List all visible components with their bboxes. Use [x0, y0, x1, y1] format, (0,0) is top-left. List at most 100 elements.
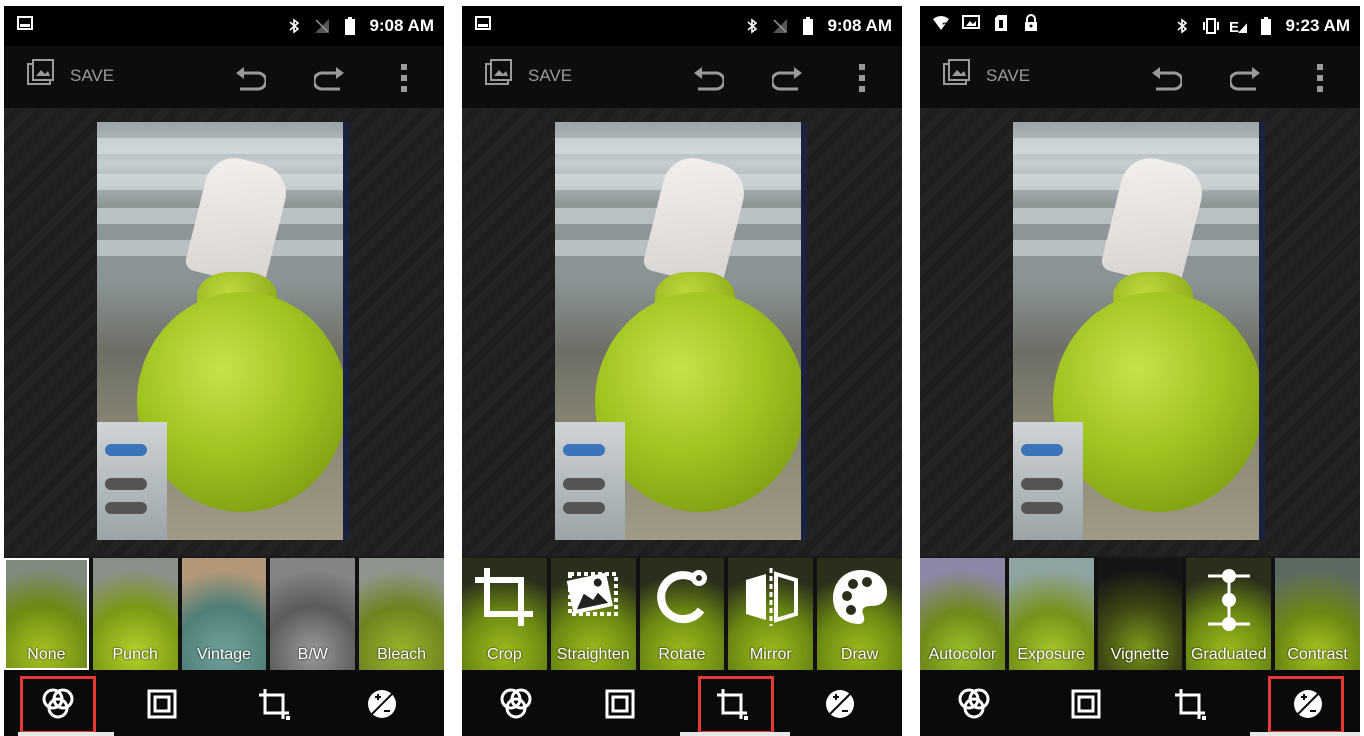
status-time: 9:23 AM [1285, 16, 1350, 35]
screen-2: 9:08 AM SAVE Crop Straighten Rotate Mirr… [462, 6, 902, 736]
undo-icon[interactable] [1148, 62, 1184, 94]
save-image-icon [26, 58, 56, 93]
editor-toolbar: SAVE [4, 46, 444, 108]
bluetooth-icon [285, 17, 303, 35]
mirror-option[interactable]: Mirror [728, 558, 814, 670]
overflow-menu-icon[interactable] [386, 62, 422, 94]
straighten-option[interactable]: Straighten [550, 558, 636, 670]
crop-option[interactable]: Crop [462, 558, 547, 670]
photo-preview-area [4, 108, 444, 556]
border-frame-tool-icon[interactable] [1068, 686, 1104, 722]
thumb-label: None [27, 646, 66, 663]
crop-icon [473, 566, 535, 633]
photo-preview [1013, 122, 1265, 540]
gallery-notification-icon [16, 14, 34, 32]
tool-category-bar [462, 670, 902, 736]
filter-thumb-none[interactable]: None [4, 558, 89, 670]
exposure-option[interactable]: Exposure [1008, 558, 1094, 670]
graduated-slider-icon [1204, 566, 1254, 637]
draw-option[interactable]: Draw [817, 558, 902, 670]
status-bar: 9:08 AM [462, 6, 902, 46]
save-button[interactable]: SAVE [26, 58, 114, 93]
vibrate-icon [1201, 17, 1220, 35]
mirror-icon [740, 566, 802, 633]
thumb-label: Autocolor [928, 646, 997, 663]
undo-icon[interactable] [690, 62, 726, 94]
filter-thumb-bw[interactable]: B/W [270, 558, 356, 670]
status-bar: ? E 9:23 AM [920, 6, 1360, 46]
border-frame-tool-icon[interactable] [602, 686, 638, 722]
status-bar: 9:08 AM [4, 6, 444, 46]
save-image-icon [484, 58, 514, 93]
graduated-option[interactable]: Graduated [1186, 558, 1272, 670]
redo-icon[interactable] [770, 62, 806, 94]
autocolor-option[interactable]: Autocolor [920, 558, 1005, 670]
palette-icon [829, 566, 891, 633]
crop-geometry-tool-icon[interactable] [1172, 686, 1208, 722]
photo-preview [555, 122, 807, 540]
status-time: 9:08 AM [369, 16, 434, 35]
border-frame-tool-icon[interactable] [144, 686, 180, 722]
tool-category-bar [4, 670, 444, 736]
exposure-adjust-tool-icon[interactable] [364, 686, 400, 722]
straighten-icon [562, 566, 624, 629]
geometry-tool-strip: Crop Straighten Rotate Mirror Draw [462, 558, 902, 670]
filter-thumb-vintage[interactable]: Vintage [181, 558, 267, 670]
contrast-option[interactable]: Contrast [1275, 558, 1360, 670]
screenshot-icon [962, 14, 980, 32]
undo-icon[interactable] [232, 62, 268, 94]
active-tool-indicator [1250, 732, 1360, 736]
tool-category-bar [920, 670, 1360, 736]
thumb-label: Crop [487, 646, 522, 663]
thumb-label: Rotate [658, 646, 706, 663]
battery-icon [799, 17, 817, 35]
sim-card-icon [992, 14, 1010, 32]
thumb-label: Punch [112, 646, 158, 663]
thumb-label: Bleach [377, 646, 427, 663]
thumb-label: Exposure [1017, 646, 1085, 663]
photo-preview-area [920, 108, 1360, 556]
adjust-tool-strip: Autocolor Exposure Vignette Graduated Co… [920, 558, 1360, 670]
thumb-label: Vintage [197, 646, 251, 663]
active-tool-highlight [20, 676, 96, 734]
save-label: SAVE [70, 65, 115, 85]
thumb-label: Vignette [1110, 646, 1170, 663]
bluetooth-icon [1173, 17, 1191, 35]
thumb-label: Draw [840, 646, 879, 663]
filters-tool-icon[interactable] [956, 686, 992, 722]
edge-network-icon: E [1229, 17, 1248, 35]
save-image-icon [942, 58, 972, 93]
save-button[interactable]: SAVE [942, 58, 1030, 93]
photo-preview-area [462, 108, 902, 556]
redo-icon[interactable] [1228, 62, 1264, 94]
lock-icon [1022, 14, 1040, 32]
filter-thumb-punch[interactable]: Punch [92, 558, 178, 670]
thumb-label: Contrast [1287, 646, 1348, 663]
no-signal-icon [313, 17, 331, 35]
rotate-option[interactable]: Rotate [639, 558, 725, 670]
overflow-menu-icon[interactable] [844, 62, 880, 94]
wifi-unknown-icon: ? [932, 14, 950, 32]
thumb-label: B/W [297, 646, 328, 663]
photo-preview [97, 122, 349, 540]
battery-icon [341, 17, 359, 35]
overflow-menu-icon[interactable] [1302, 62, 1338, 94]
bluetooth-icon [743, 17, 761, 35]
filter-thumb-bleach[interactable]: Bleach [359, 558, 444, 670]
filter-strip: None Punch Vintage B/W Bleach [4, 558, 444, 670]
battery-icon [1257, 17, 1275, 35]
vignette-option[interactable]: Vignette [1097, 558, 1183, 670]
thumb-label: Straighten [556, 646, 630, 663]
editor-toolbar: SAVE [920, 46, 1360, 108]
save-label: SAVE [986, 65, 1031, 85]
save-button[interactable]: SAVE [484, 58, 572, 93]
exposure-adjust-tool-icon[interactable] [822, 686, 858, 722]
gallery-notification-icon [474, 14, 492, 32]
crop-geometry-tool-icon[interactable] [256, 686, 292, 722]
active-tool-indicator [18, 732, 114, 736]
rotate-icon [651, 566, 713, 633]
editor-toolbar: SAVE [462, 46, 902, 108]
redo-icon[interactable] [312, 62, 348, 94]
thumb-label: Mirror [749, 646, 792, 663]
filters-tool-icon[interactable] [498, 686, 534, 722]
